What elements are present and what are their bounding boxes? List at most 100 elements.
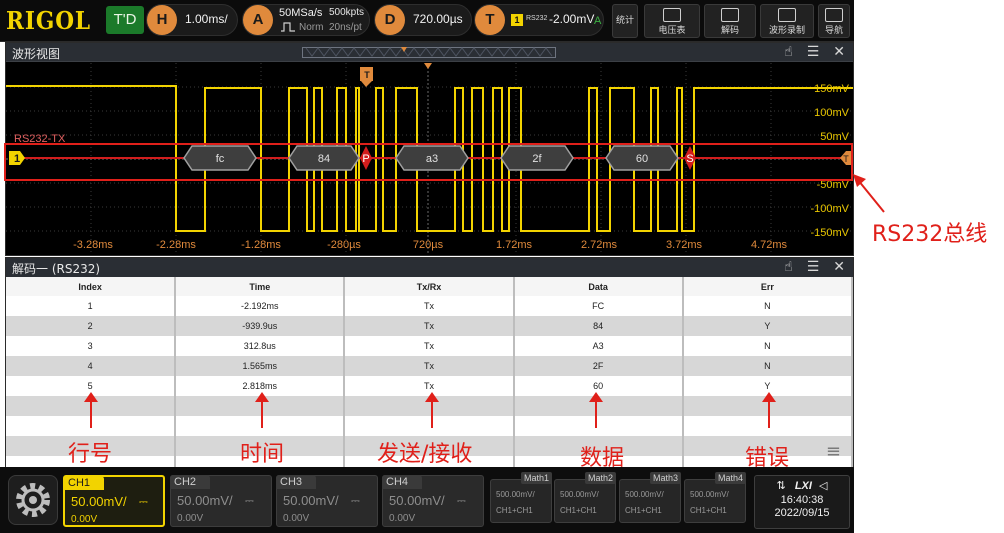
table-row[interactable]: 2 -939.9us Tx 84 Y — [6, 316, 854, 336]
waveform-record-button[interactable]: 波形录制 — [760, 4, 814, 38]
settings-gear-button[interactable] — [8, 475, 58, 525]
volt-label: -100mV — [810, 203, 849, 215]
close-icon[interactable]: ✕ — [833, 259, 845, 275]
table-row[interactable]: 1 -2.192ms Tx FC N — [6, 296, 854, 316]
ch4-scale: 50.00mV/ — [389, 493, 445, 508]
delay-control[interactable]: D 720.00µs — [374, 4, 472, 36]
time-label: 2.72ms — [581, 239, 618, 251]
navigate-button[interactable]: 导航 — [818, 4, 850, 38]
pulse-icon — [281, 22, 295, 32]
menu-icon[interactable]: ☰ — [807, 44, 820, 60]
time-label: 4.72ms — [751, 239, 788, 251]
waveform-window-controls: ☝ ☰ ✕ — [770, 44, 845, 60]
txrx-annotation-arrow — [425, 392, 439, 428]
volt-label: 50mV — [820, 131, 849, 143]
touch-icon[interactable]: ☝ — [784, 44, 793, 60]
voltmeter-icon — [663, 8, 681, 22]
math2-scale: 500.00mV/ — [560, 490, 599, 499]
volt-label: 100mV — [814, 107, 850, 119]
trigger-badge: T — [475, 5, 505, 35]
ch2-channel-box[interactable]: CH2 50.00mV/ ⎓ 0.00V — [170, 475, 272, 527]
column-header[interactable]: Index — [6, 277, 177, 296]
math3-scale: 500.00mV/ — [625, 490, 664, 499]
decode-window-title: 解码一 (RS232) — [12, 262, 101, 276]
column-header[interactable]: Data — [513, 277, 684, 296]
volt-label: -150mV — [810, 227, 849, 239]
math3-label: Math3 — [649, 472, 681, 484]
ch4-label: CH4 — [382, 475, 422, 489]
column-header[interactable]: Err — [682, 277, 854, 296]
ch1-channel-box[interactable]: CH1 50.00mV/ ⎓ 0.00V — [63, 475, 165, 527]
decode-icon — [721, 8, 739, 22]
horizontal-badge: H — [147, 5, 177, 35]
ch1-scale: 50.00mV/ — [71, 494, 127, 509]
math4-box[interactable]: Math4 500.00mV/ CH1+CH1 — [684, 472, 746, 523]
math2-box[interactable]: Math2 500.00mV/ CH1+CH1 — [554, 472, 616, 523]
table-row[interactable]: 4 1.565ms Tx 2F N — [6, 356, 854, 376]
memory-position-bar[interactable] — [302, 46, 556, 58]
time-annotation-arrow — [255, 392, 269, 428]
math2-label: Math2 — [584, 472, 616, 484]
bottom-toolbar: CH1 50.00mV/ ⎓ 0.00V CH2 50.00mV/ ⎓ 0.00… — [0, 467, 854, 533]
waveform-window-titlebar: 波形视图 ☝ ☰ ✕ — [6, 43, 853, 62]
collapse-icon[interactable]: ≡ — [826, 441, 841, 462]
trigger-source: 1 — [511, 14, 523, 26]
sound-icon[interactable]: ◁ — [819, 480, 827, 492]
touch-icon[interactable]: ☝ — [784, 259, 793, 275]
status-panel[interactable]: ⇅ LXI ◁ 16:40:38 2022/09/15 — [754, 475, 850, 529]
ch1-offset: 0.00V — [71, 514, 98, 525]
ch3-channel-box[interactable]: CH3 50.00mV/ ⎓ 0.00V — [276, 475, 378, 527]
time-label: 720µs — [413, 239, 444, 251]
horizontal-control[interactable]: H 1.00ms/ — [146, 4, 238, 36]
time-label: -3.28ms — [73, 239, 113, 251]
bus-highlight-box — [4, 143, 853, 181]
trigger-status-badge[interactable]: T'D — [106, 6, 144, 34]
acquire-control[interactable]: A 50MSa/s Norm 500kpts 20ns/pt — [242, 4, 370, 36]
decode-window-titlebar: 解码一 (RS232) ☝ ☰ ✕ — [6, 258, 853, 277]
time-label: -1.28ms — [241, 239, 281, 251]
table-row-empty — [6, 416, 854, 436]
trigger-level: -2.00mV — [549, 12, 595, 26]
bus-annotation: RS232总线 — [872, 222, 988, 247]
clock-date: 2022/09/15 — [774, 507, 830, 519]
err-annotation-arrow — [762, 392, 776, 428]
menu-icon[interactable]: ☰ — [807, 259, 820, 275]
time-annotation: 时间 — [240, 442, 285, 467]
math4-scale: 500.00mV/ — [690, 490, 729, 499]
acquire-badge: A — [243, 5, 273, 35]
volt-label: 150mV — [814, 83, 850, 95]
table-header: Index Time Tx/Rx Data Err — [6, 277, 854, 296]
math1-label: Math1 — [520, 472, 552, 484]
column-header[interactable]: Time — [175, 277, 346, 296]
txrx-annotation: 发送/接收 — [377, 442, 473, 467]
trigger-control[interactable]: T 1 RS232 -2.00mV A — [474, 4, 604, 36]
usb-icon: ⇅ — [776, 480, 786, 492]
math1-box[interactable]: Math1 500.00mV/ CH1+CH1 — [490, 472, 552, 523]
math3-source: CH1+CH1 — [625, 506, 662, 515]
dc-coupling-icon: ⎓ — [351, 494, 360, 507]
ch2-offset: 0.00V — [177, 513, 204, 524]
ch3-offset: 0.00V — [283, 513, 310, 524]
bus-annotation-arrow — [853, 174, 885, 213]
trigger-type: RS232 — [526, 15, 548, 22]
top-toolbar: RIGOL T'D H 1.00ms/ A 50MSa/s Norm 500kp… — [0, 0, 854, 42]
ch3-label: CH3 — [276, 475, 316, 489]
sample-rate: 50MSa/s — [279, 7, 323, 19]
record-icon — [778, 8, 796, 22]
decode-button[interactable]: 解码 — [704, 4, 756, 38]
column-header[interactable]: Tx/Rx — [344, 277, 515, 296]
math3-box[interactable]: Math3 500.00mV/ CH1+CH1 — [619, 472, 681, 523]
trigger-position-marker[interactable]: T — [364, 70, 370, 80]
memory-depth: 500kpts — [329, 7, 365, 18]
ch3-scale: 50.00mV/ — [283, 493, 339, 508]
sample-interval: 20ns/pt — [329, 22, 362, 33]
row-annotation-arrow — [84, 392, 98, 428]
time-label: -2.28ms — [156, 239, 196, 251]
ch1-label: CH1 — [64, 476, 104, 490]
statistics-button[interactable]: 统计 — [612, 4, 638, 38]
ch4-channel-box[interactable]: CH4 50.00mV/ ⎓ 0.00V — [382, 475, 484, 527]
dc-coupling-icon: ⎓ — [245, 494, 254, 507]
table-row[interactable]: 3 312.8us Tx A3 N — [6, 336, 854, 356]
voltmeter-button[interactable]: 电压表 — [644, 4, 700, 38]
close-icon[interactable]: ✕ — [833, 44, 845, 60]
